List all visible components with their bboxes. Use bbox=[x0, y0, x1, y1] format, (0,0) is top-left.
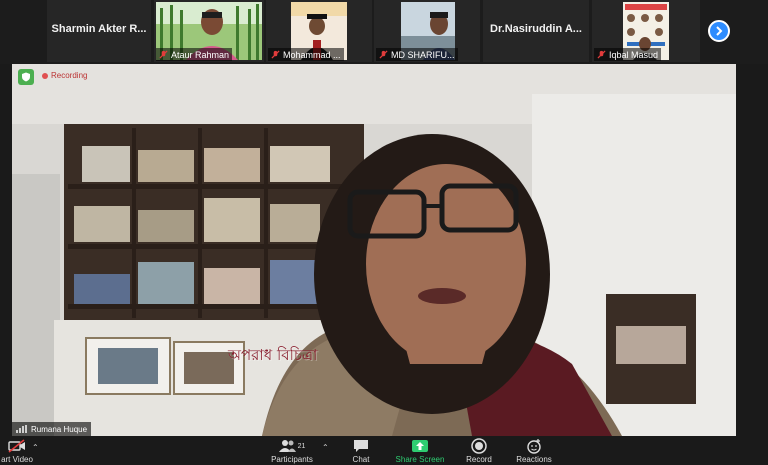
participant-tile[interactable]: Mohammad ... bbox=[266, 0, 372, 62]
recording-indicator: Recording bbox=[42, 71, 87, 80]
next-page-button[interactable] bbox=[708, 20, 730, 42]
participant-name: Mohammad ... bbox=[283, 49, 341, 60]
video-off-icon bbox=[8, 439, 25, 453]
participant-name: Sharmin Akter R... bbox=[51, 23, 147, 35]
participants-label: Participants bbox=[271, 455, 313, 464]
mic-muted-icon bbox=[379, 50, 388, 59]
signal-strength-icon bbox=[16, 425, 28, 433]
record-label: Record bbox=[466, 455, 492, 464]
security-shield-icon[interactable] bbox=[18, 69, 34, 85]
participant-caption: Iqbal Masud bbox=[594, 48, 662, 61]
mic-muted-icon bbox=[271, 50, 280, 59]
participant-name: Ataur Rahman bbox=[171, 49, 230, 60]
participant-tile[interactable]: Iqbal Masud bbox=[592, 0, 700, 62]
record-button[interactable]: Record bbox=[462, 438, 496, 464]
video-options-caret-icon[interactable]: ⌃ bbox=[32, 443, 39, 452]
right-gutter bbox=[736, 64, 768, 436]
share-screen-icon bbox=[412, 440, 428, 452]
meeting-toolbar: art Video ⌃ 21 Participants ⌃ Chat Share bbox=[0, 436, 768, 465]
active-speaker-video: Recording অপরাধ বিচিত্রা Rumana Huque bbox=[12, 64, 736, 436]
participant-tile[interactable]: Ataur Rahman bbox=[154, 0, 264, 62]
participant-tile[interactable]: MD SHARIFU... bbox=[374, 0, 480, 62]
share-screen-button share[interactable]: Share Screen bbox=[392, 438, 448, 464]
start-video-button[interactable]: art Video bbox=[0, 438, 34, 464]
participant-name: MD SHARIFU... bbox=[391, 49, 455, 60]
speaker-name-tag: Rumana Huque bbox=[12, 422, 92, 436]
participant-caption: MD SHARIFU... bbox=[376, 48, 458, 61]
reactions-icon bbox=[527, 439, 541, 454]
record-icon bbox=[471, 438, 487, 454]
participant-tile[interactable]: Dr.Nasiruddin A... bbox=[483, 0, 589, 62]
reactions-label: Reactions bbox=[516, 455, 552, 464]
chevron-right-icon bbox=[716, 26, 723, 36]
speaker-video-frame bbox=[12, 64, 736, 436]
chat-label: Chat bbox=[352, 455, 370, 464]
participants-button[interactable]: 21 Participants bbox=[264, 438, 320, 464]
participants-icon bbox=[278, 440, 296, 452]
channel-caption: অপরাধ বিচিত্রা bbox=[228, 346, 318, 364]
participant-name: Dr.Nasiruddin A... bbox=[490, 23, 582, 35]
participant-name: Iqbal Masud bbox=[609, 49, 659, 60]
reactions-button[interactable]: Reactions bbox=[512, 438, 556, 464]
chat-icon bbox=[354, 440, 368, 452]
participants-caret-icon[interactable]: ⌃ bbox=[322, 443, 329, 452]
participants-count: 21 bbox=[297, 442, 306, 450]
recording-label: Recording bbox=[51, 71, 88, 80]
chat-button[interactable]: Chat bbox=[344, 438, 378, 464]
participant-strip: Sharmin Akter R... Ataur Rahman Mohammad… bbox=[0, 0, 768, 64]
mic-muted-icon bbox=[159, 50, 168, 59]
participant-caption: Ataur Rahman bbox=[156, 48, 233, 61]
share-screen-label: Share Screen bbox=[395, 455, 445, 464]
recording-dot-icon bbox=[42, 72, 48, 79]
participant-caption: Mohammad ... bbox=[268, 48, 344, 61]
participant-tile[interactable]: Sharmin Akter R... bbox=[47, 0, 151, 62]
mic-muted-icon bbox=[597, 50, 606, 59]
speaker-name: Rumana Huque bbox=[31, 424, 88, 434]
start-video-label: art Video bbox=[1, 455, 33, 464]
